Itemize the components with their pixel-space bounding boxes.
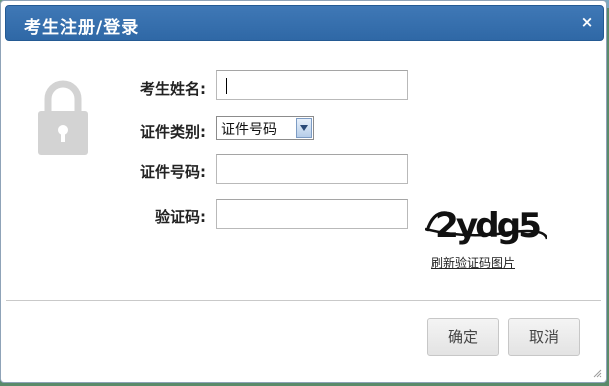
name-input[interactable] [217,71,407,99]
id-type-label: 证件类别: [140,123,206,141]
name-field[interactable] [216,70,408,100]
dialog-title: 考生注册/登录 [24,18,140,38]
refresh-captcha-link[interactable]: 刷新验证码图片 [431,254,515,271]
id-type-select[interactable]: 证件号码 [216,116,314,140]
chevron-down-icon[interactable] [296,118,312,138]
text-caret [226,78,227,94]
id-number-field[interactable] [216,154,408,184]
close-icon[interactable]: × [579,14,595,30]
divider [6,300,601,301]
captcha-text: 2ydg5 [435,206,540,246]
id-number-label: 证件号码: [140,163,206,181]
login-dialog: 考生注册/登录 × 考生姓名: 证件类别: 证件号码 证件号码: 验证码: 2y… [0,0,607,383]
id-number-input[interactable] [217,155,407,183]
lock-icon [38,80,88,155]
captcha-field[interactable] [216,199,408,229]
id-type-selected-value: 证件号码 [221,122,277,138]
resize-grip-icon[interactable] [592,368,602,378]
captcha-input[interactable] [217,200,407,228]
captcha-image[interactable]: 2ydg5 [425,199,547,247]
cancel-button[interactable]: 取消 [508,318,580,356]
dialog-titlebar[interactable]: 考生注册/登录 × [5,5,604,41]
name-label: 考生姓名: [140,80,206,98]
captcha-label: 验证码: [155,208,206,226]
confirm-button[interactable]: 确定 [427,318,499,356]
